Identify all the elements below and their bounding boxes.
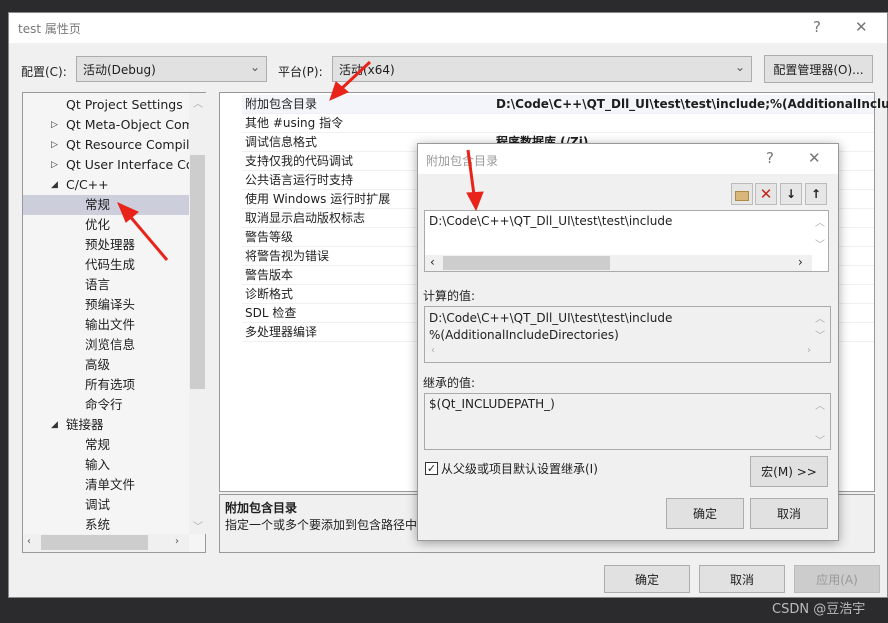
arrow-annotation-1 xyxy=(329,60,372,101)
arrow-annotation-3 xyxy=(466,149,484,212)
annotation-arrows xyxy=(117,60,484,261)
arrow-annotation-2 xyxy=(117,202,169,261)
